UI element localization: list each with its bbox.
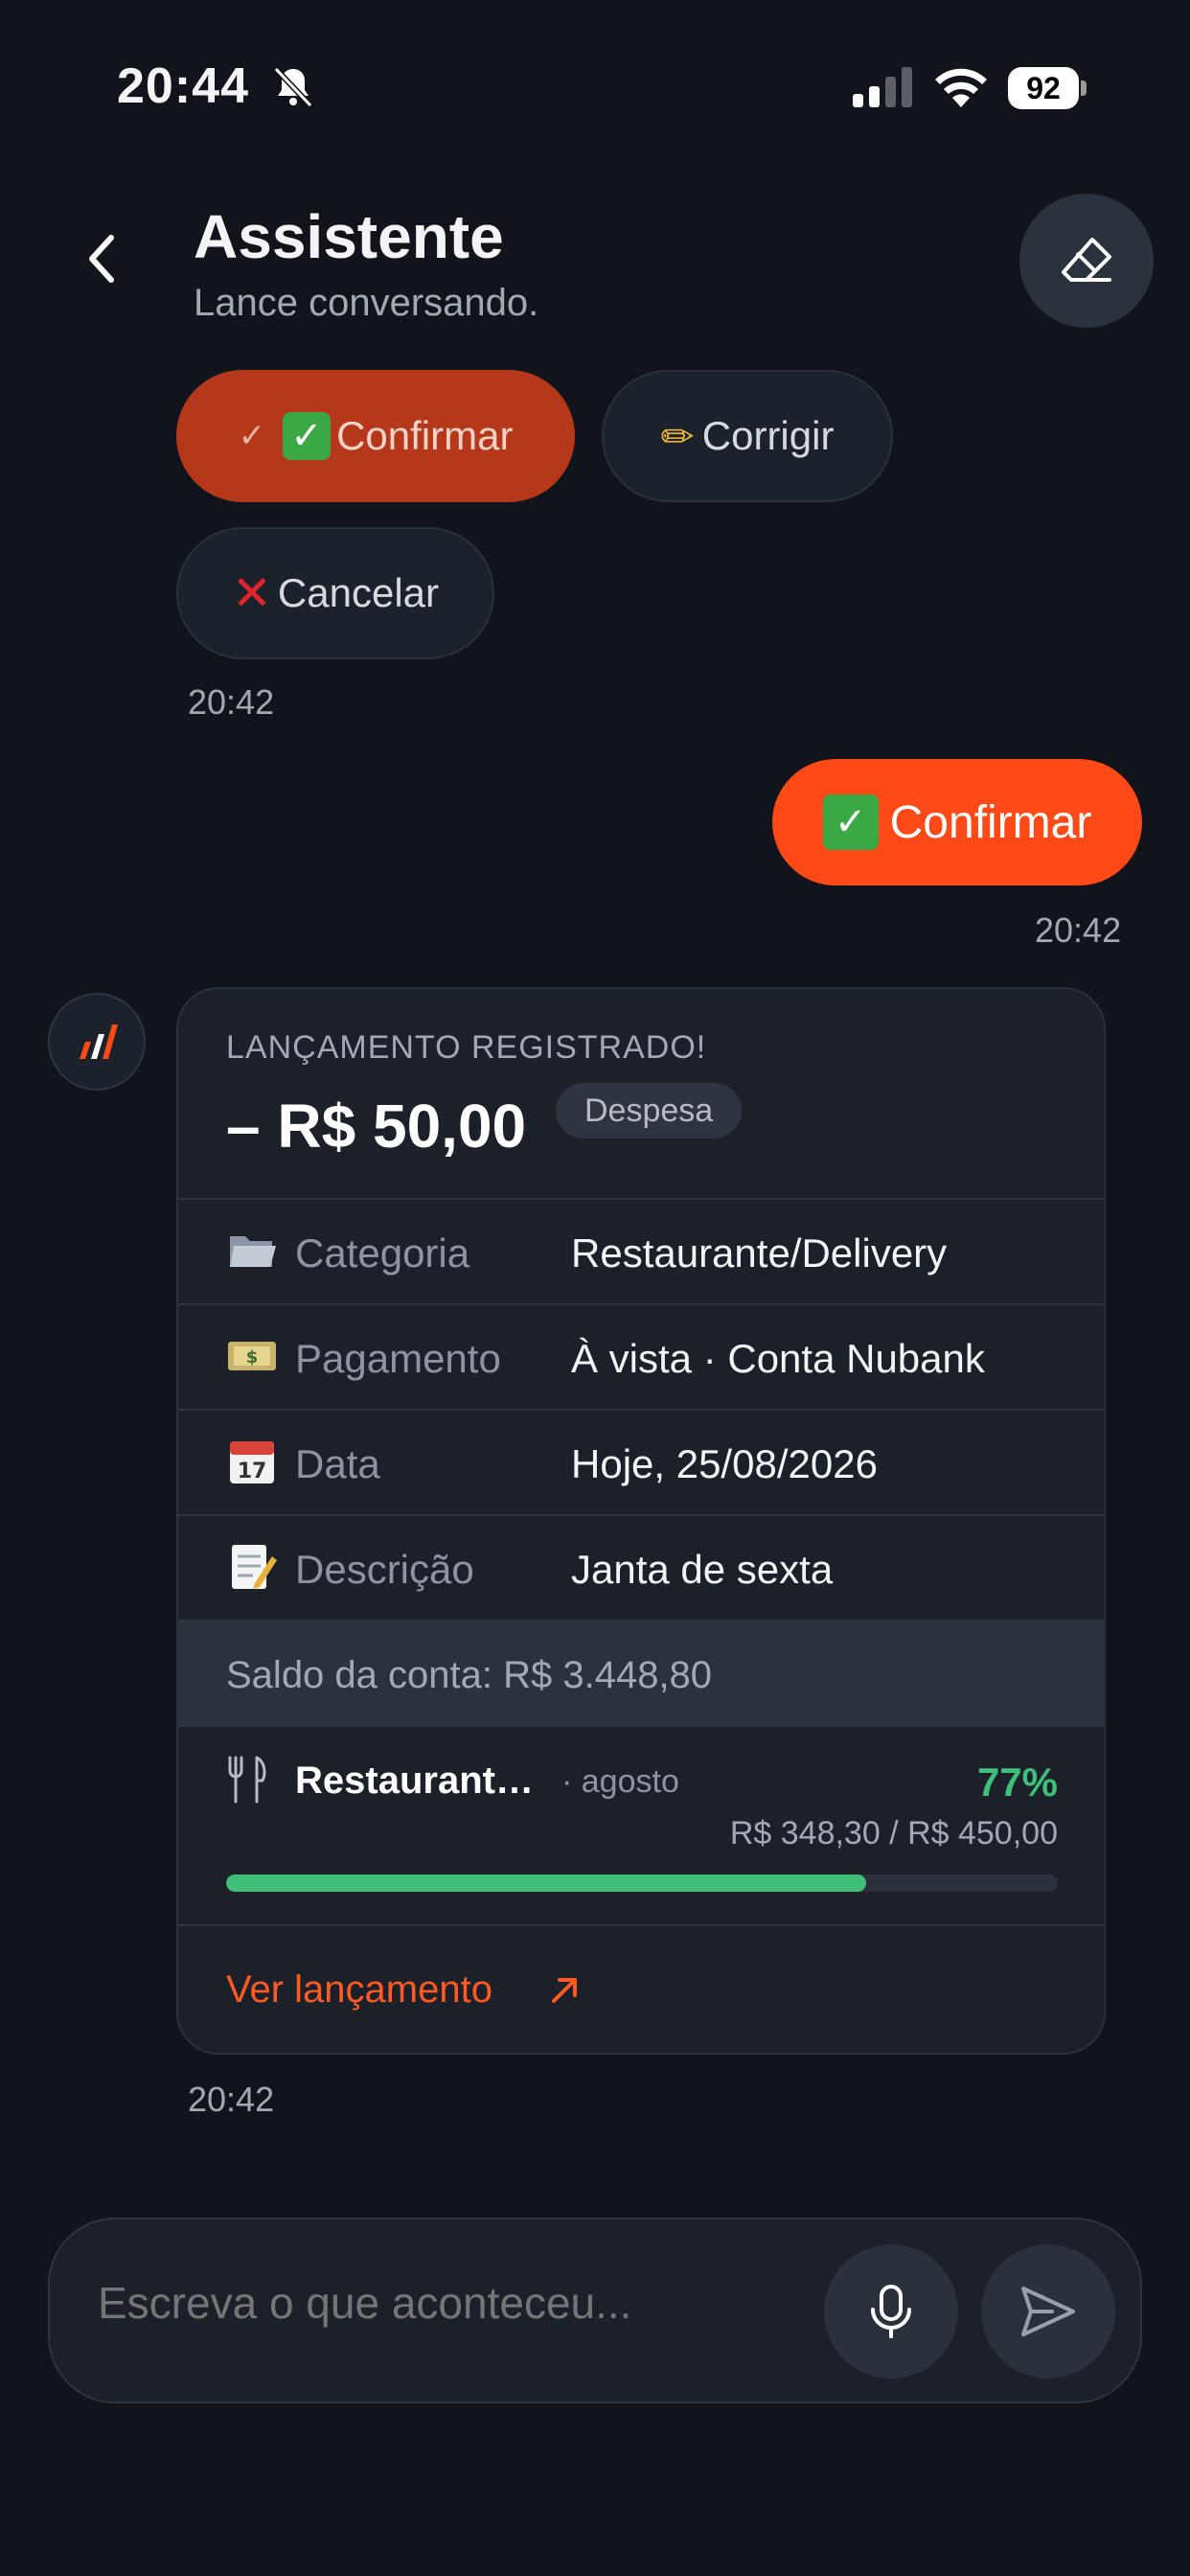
- bell-muted-icon: [273, 66, 313, 108]
- budget-progress: Restaurant… · agosto 77% R$ 348,30 / R$ …: [178, 1725, 1104, 1928]
- budget-amounts: R$ 348,30 / R$ 450,00: [729, 1815, 1058, 1852]
- quick-reply-corrigir[interactable]: ✏ Corrigir: [602, 370, 893, 502]
- transaction-card: LANÇAMENTO REGISTRADO! – R$ 50,00 Despes…: [176, 987, 1106, 2055]
- battery-icon: 92: [1008, 67, 1087, 109]
- user-message-bubble: ✓ Confirmar: [772, 759, 1142, 886]
- message-composer: [48, 2218, 1142, 2404]
- svg-text:$: $: [246, 1347, 259, 1368]
- account-balance-row: Saldo da conta: R$ 3.448,80: [178, 1620, 1104, 1727]
- detail-value: Hoje, 25/08/2026: [571, 1441, 878, 1486]
- arrow-up-right-icon: [552, 1978, 577, 2003]
- check-box-icon: ✓: [822, 794, 879, 850]
- budget-category-name: Restaurant…: [295, 1760, 534, 1802]
- pencil-icon: ✏: [660, 412, 695, 460]
- detail-row-data: 17 Data Hoje, 25/08/2026: [178, 1409, 1104, 1514]
- transaction-amount: – R$ 50,00: [226, 1092, 527, 1161]
- detail-row-categoria: Categoria Restaurante/Delivery: [178, 1198, 1104, 1303]
- quick-reply-corrigir-label: Corrigir: [701, 413, 835, 458]
- view-transaction-label: Ver lançamento: [226, 1968, 492, 2011]
- assistant-avatar: [48, 993, 146, 1091]
- quick-reply-confirm[interactable]: ✓ ✓ Confirmar: [176, 370, 575, 502]
- view-transaction-link[interactable]: Ver lançamento: [178, 1924, 1104, 2053]
- clear-chat-button[interactable]: [1019, 194, 1154, 328]
- memo-icon: [232, 1545, 277, 1589]
- detail-label: Pagamento: [295, 1336, 501, 1381]
- page-subtitle: Lance conversando.: [194, 282, 539, 324]
- send-button[interactable]: [981, 2244, 1115, 2379]
- microphone-button[interactable]: [824, 2244, 958, 2379]
- detail-label: Descrição: [295, 1547, 474, 1592]
- message-input[interactable]: [98, 2277, 845, 2329]
- check-box-icon: ✓: [283, 412, 332, 460]
- quick-reply-cancelar-label: Cancelar: [277, 570, 439, 615]
- detail-label: Categoria: [295, 1230, 470, 1276]
- checkmark-icon: ✓: [238, 418, 266, 454]
- cellular-signal-icon: [853, 67, 912, 107]
- detail-value: Janta de sexta: [571, 1547, 834, 1592]
- budget-month: · agosto: [561, 1763, 679, 1800]
- cross-icon: ✕: [232, 565, 272, 621]
- svg-text:17: 17: [238, 1460, 267, 1484]
- send-icon: [1021, 2287, 1075, 2336]
- detail-row-descricao: Descrição Janta de sexta: [178, 1514, 1104, 1620]
- budget-percent: 77%: [976, 1760, 1058, 1805]
- type-badge: Despesa: [556, 1083, 743, 1138]
- calendar-icon: 17: [230, 1441, 274, 1484]
- user-message-timestamp: 20:42: [1035, 910, 1122, 950]
- back-arrow-icon[interactable]: [79, 230, 126, 288]
- status-time: 20:44: [117, 58, 249, 114]
- account-balance: Saldo da conta: R$ 3.448,80: [226, 1654, 713, 1696]
- folder-icon: [230, 1236, 276, 1267]
- bar-chart-logo-icon: [80, 1024, 118, 1059]
- detail-value: À vista · Conta Nubank: [571, 1336, 985, 1381]
- fork-knife-icon: [228, 1756, 266, 1804]
- page-title: Assistente: [194, 202, 504, 271]
- detail-value: Restaurante/Delivery: [571, 1230, 948, 1276]
- message-timestamp: 20:42: [188, 682, 275, 722]
- budget-progress-fill: [226, 1874, 867, 1892]
- wifi-icon: [935, 68, 987, 107]
- eraser-icon: [1062, 238, 1111, 282]
- user-message-text: Confirmar: [889, 796, 1092, 848]
- detail-label: Data: [295, 1441, 380, 1486]
- budget-progress-track: [226, 1874, 1058, 1892]
- card-heading: LANÇAMENTO REGISTRADO!: [226, 1029, 707, 1066]
- quick-reply-cancelar[interactable]: ✕ Cancelar: [176, 527, 494, 659]
- detail-row-pagamento: $ Pagamento À vista · Conta Nubank: [178, 1303, 1104, 1409]
- microphone-icon: [871, 2285, 911, 2338]
- quick-reply-confirm-label: Confirmar: [336, 413, 514, 458]
- money-icon: $: [228, 1342, 276, 1370]
- card-timestamp: 20:42: [188, 2080, 275, 2119]
- battery-level: 92: [1008, 67, 1079, 109]
